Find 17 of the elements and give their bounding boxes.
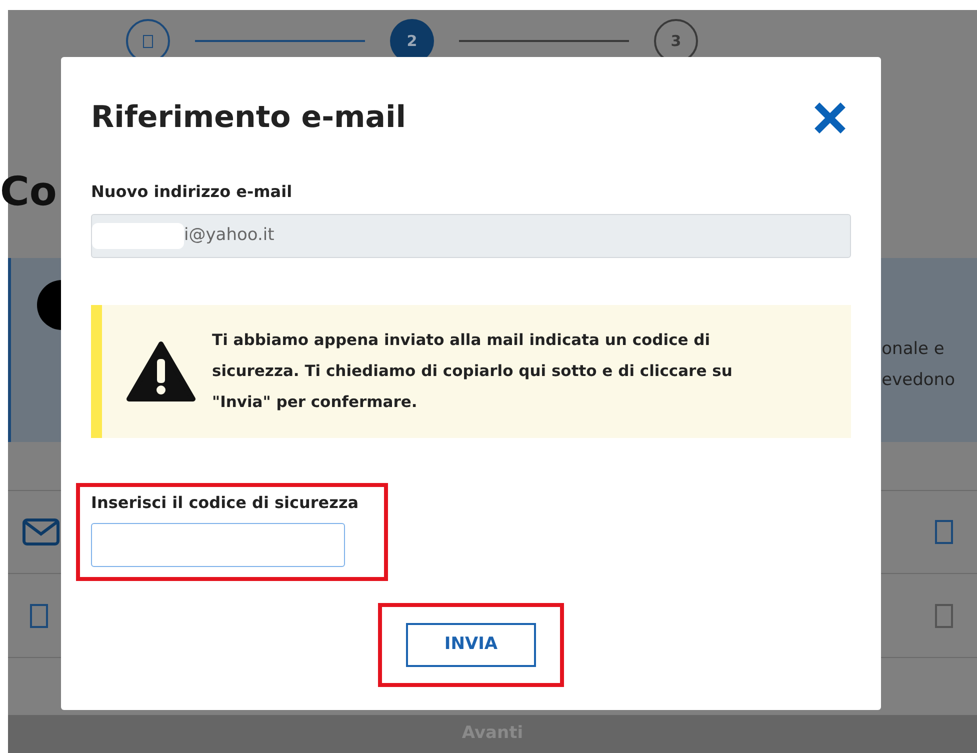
field-label: Inserisci il codice di sicurezza [91,492,360,514]
close-icon [813,100,847,134]
warning-text: Ti abbiamo appena inviato alla mail indicata un codice di sicurezza. Ti chiediamo di copiarlo qui sotto e di cliccare su "Invia" per confermare. [212,330,734,413]
warning-icon [126,340,196,402]
envelope-icon [22,518,60,546]
close-button[interactable] [813,100,847,134]
checkbox[interactable] [935,520,953,544]
info-text: onale e [882,338,946,361]
square-icon [30,604,48,628]
code-input-field[interactable] [91,523,345,567]
field-label: Nuovo indirizzo e-mail [91,181,294,203]
square-icon [143,34,153,48]
modal-title: Riferimento e-mail [91,99,406,137]
submit-button[interactable]: INVIA [406,623,536,667]
email-field[interactable]: i@yahoo.it [91,214,851,258]
info-text: evedono [882,369,955,392]
checkbox[interactable] [935,604,953,628]
